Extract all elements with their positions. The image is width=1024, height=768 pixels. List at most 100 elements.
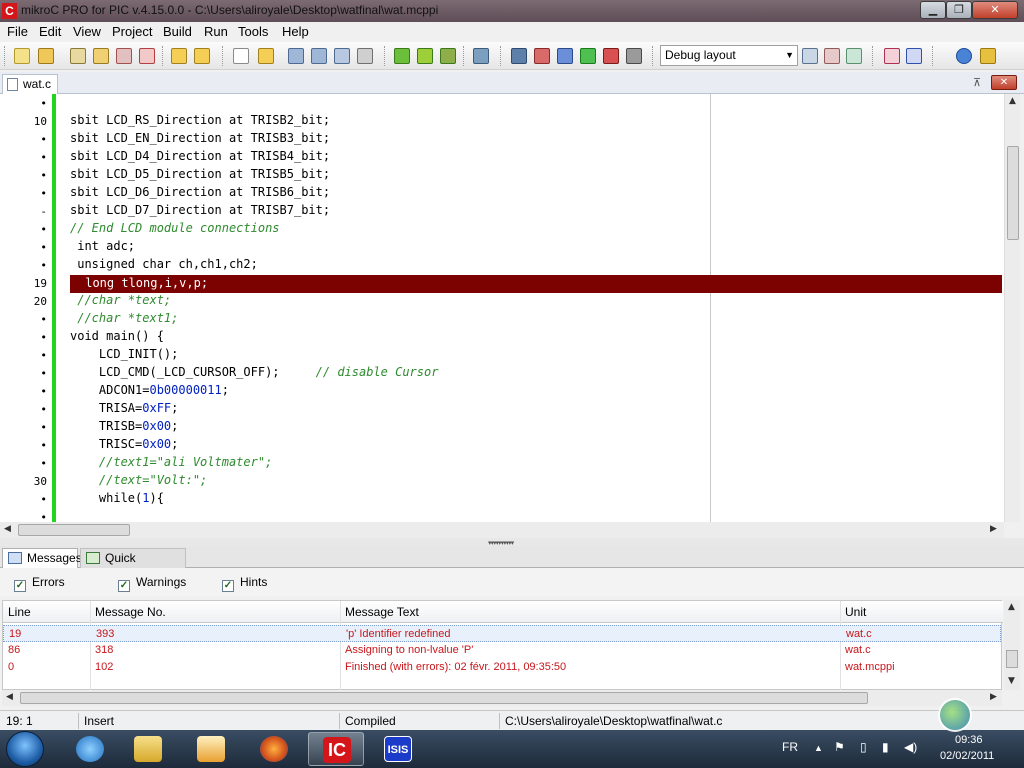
add-file-icon[interactable]	[194, 48, 210, 64]
save-project-icon[interactable]	[70, 48, 86, 64]
clock-date[interactable]: 02/02/2011	[940, 750, 994, 762]
scroll-up-icon[interactable]: ▲	[1008, 602, 1015, 612]
help-icon[interactable]	[580, 48, 596, 64]
save-file-icon[interactable]	[288, 48, 304, 64]
input-language[interactable]: FR	[782, 740, 798, 754]
project-options-icon[interactable]	[116, 48, 132, 64]
message-row[interactable]: 86 318 Assigning to non-lvalue 'P' wat.c	[3, 642, 1001, 659]
column-header-unit[interactable]: Unit	[845, 605, 866, 619]
code-line[interactable]: int adc;	[70, 239, 135, 253]
code-line[interactable]: void main() {	[70, 329, 164, 343]
maximize-button[interactable]: ❐	[946, 1, 972, 19]
tools-icon[interactable]	[603, 48, 619, 64]
start-button[interactable]	[6, 731, 44, 767]
code-line[interactable]: sbit LCD_D4_Direction at TRISB4_bit;	[70, 149, 330, 163]
open-project-icon[interactable]	[38, 48, 54, 64]
code-line[interactable]: ADCON1=0b00000011;	[70, 383, 229, 397]
scroll-down-icon[interactable]: ▼	[1008, 676, 1015, 686]
editor-horizontal-scrollbar[interactable]: ◀ ▶	[0, 522, 1004, 538]
new-file-icon[interactable]	[233, 48, 249, 64]
print-icon[interactable]	[357, 48, 373, 64]
scroll-thumb[interactable]	[1007, 146, 1019, 240]
save-as-icon[interactable]	[334, 48, 350, 64]
media-player-icon[interactable]	[183, 732, 239, 766]
network-icon[interactable]: ▮	[882, 740, 889, 754]
scroll-left-icon[interactable]: ◀	[6, 692, 13, 702]
volume-icon[interactable]: ◀)	[904, 740, 917, 754]
key-icon[interactable]	[980, 48, 996, 64]
code-line[interactable]: // End LCD module connections	[70, 221, 280, 235]
menu-help[interactable]: Help	[282, 24, 309, 39]
menu-edit[interactable]: Edit	[39, 24, 61, 39]
scroll-up-icon[interactable]: ▲	[1009, 96, 1016, 106]
messages-vertical-scrollbar[interactable]: ▲ ▼	[1004, 600, 1020, 690]
italic-a-icon[interactable]	[884, 48, 900, 64]
open-file-icon[interactable]	[258, 48, 274, 64]
scroll-right-icon[interactable]: ▶	[990, 524, 997, 534]
layout-select[interactable]: Debug layout ▼	[660, 45, 798, 66]
tab-messages[interactable]: Messages	[2, 548, 82, 568]
code-line[interactable]: while(1){	[70, 491, 164, 505]
code-line[interactable]: TRISA=0xFF;	[70, 401, 179, 415]
statistics-icon[interactable]	[534, 48, 550, 64]
mikroc-app-icon[interactable]: C	[2, 3, 17, 19]
build-run-icon[interactable]	[440, 48, 456, 64]
open-folder-icon[interactable]	[171, 48, 187, 64]
code-line[interactable]: sbit LCD_D7_Direction at TRISB7_bit;	[70, 203, 330, 217]
close-tab-button[interactable]: ✕	[991, 75, 1017, 90]
scroll-left-icon[interactable]: ◀	[4, 524, 11, 534]
scroll-thumb[interactable]	[18, 524, 130, 536]
save-all-icon[interactable]	[311, 48, 327, 64]
scroll-thumb[interactable]	[20, 692, 868, 704]
message-row[interactable]: 19 393 'p' Identifier redefined wat.c	[3, 625, 1001, 642]
clock-time[interactable]: 09:36	[955, 734, 983, 746]
new-project-icon[interactable]	[14, 48, 30, 64]
pin-icon[interactable]: ⊼	[973, 76, 981, 89]
column-header-message-text[interactable]: Message Text	[345, 605, 419, 619]
panel-splitter[interactable]: ▾▾▾▾▾▾▾▾▾▾	[0, 538, 1024, 547]
build-all-icon[interactable]	[417, 48, 433, 64]
code-line[interactable]: TRISC=0x00;	[70, 437, 179, 451]
code-line[interactable]: //char *text1;	[70, 311, 178, 325]
menu-project[interactable]: Project	[112, 24, 152, 39]
show-hidden-icons-icon[interactable]: ▲	[814, 743, 823, 753]
column-header-message-no[interactable]: Message No.	[95, 605, 166, 619]
remove-file-icon[interactable]	[139, 48, 155, 64]
messages-horizontal-scrollbar[interactable]: ◀ ▶	[2, 690, 1002, 706]
options-icon[interactable]	[626, 48, 642, 64]
mikroc-taskbar-button[interactable]: IC	[308, 732, 364, 766]
errors-checkbox[interactable]: ✓ Errors	[14, 575, 65, 592]
code-line[interactable]: sbit LCD_D6_Direction at TRISB6_bit;	[70, 185, 330, 199]
code-line[interactable]: sbit LCD_EN_Direction at TRISB3_bit;	[70, 131, 330, 145]
internet-explorer-icon[interactable]	[62, 732, 118, 766]
action-center-flag-icon[interactable]: ⚑	[834, 740, 845, 754]
menu-file[interactable]: File	[7, 24, 28, 39]
code-line[interactable]: LCD_INIT();	[70, 347, 178, 361]
layout-window-icon[interactable]	[846, 48, 862, 64]
code-line[interactable]: //char *text;	[70, 293, 171, 307]
help-circle-icon[interactable]	[956, 48, 972, 64]
code-line[interactable]: sbit LCD_D5_Direction at TRISB5_bit;	[70, 167, 330, 181]
editor-vertical-scrollbar[interactable]: ▲	[1004, 94, 1020, 522]
column-header-line[interactable]: Line	[8, 605, 31, 619]
close-window-button[interactable]: ✕	[972, 1, 1018, 19]
firefox-icon[interactable]	[246, 732, 302, 766]
code-line[interactable]: //text="Volt:";	[70, 473, 207, 487]
debug-icon[interactable]	[511, 48, 527, 64]
menu-run[interactable]: Run	[204, 24, 228, 39]
italic-i-icon[interactable]	[906, 48, 922, 64]
code-line[interactable]: TRISB=0x00;	[70, 419, 179, 433]
menu-view[interactable]: View	[73, 24, 101, 39]
minimize-button[interactable]: ▁	[920, 1, 946, 19]
tab-wat-c[interactable]: wat.c	[2, 74, 58, 94]
battery-icon[interactable]: ▯	[860, 740, 867, 754]
menu-tools[interactable]: Tools	[238, 24, 268, 39]
code-line[interactable]: //text1="ali Voltmater";	[70, 455, 272, 469]
tab-quick-converter[interactable]: Quick Converter	[80, 548, 186, 583]
isis-taskbar-button[interactable]: ISIS	[370, 732, 426, 766]
programmer-icon[interactable]	[473, 48, 489, 64]
hints-checkbox[interactable]: ✓ Hints	[222, 575, 267, 592]
code-line[interactable]: LCD_CMD(_LCD_CURSOR_OFF); // disable Cur…	[70, 365, 439, 379]
close-project-icon[interactable]	[93, 48, 109, 64]
build-icon[interactable]	[394, 48, 410, 64]
